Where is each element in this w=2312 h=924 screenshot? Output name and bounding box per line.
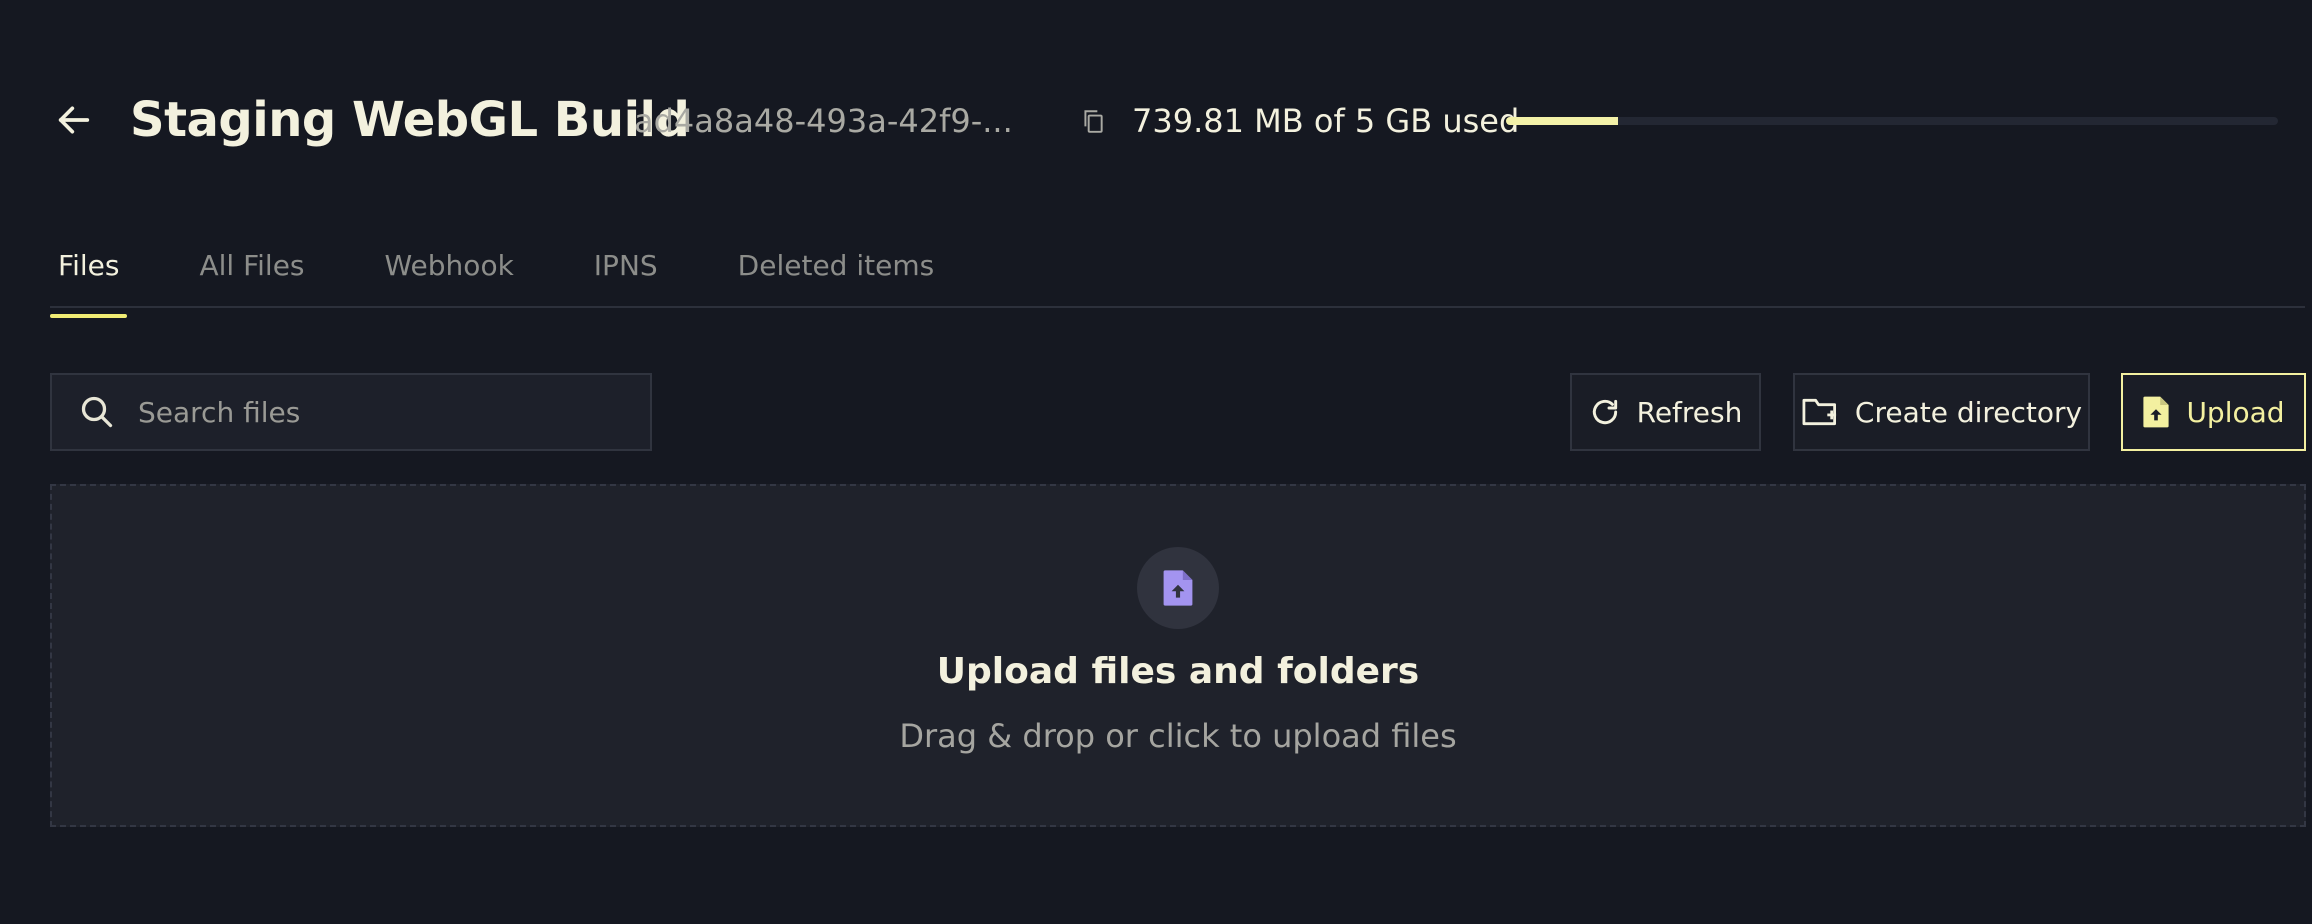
folder-plus-icon [1801, 395, 1839, 429]
back-button[interactable] [50, 96, 98, 144]
search-icon [78, 393, 116, 431]
tab-webhook[interactable]: Webhook [385, 238, 514, 306]
refresh-button-label: Refresh [1636, 395, 1743, 429]
bucket-id: ad4a8a48-493a-42f9-... [634, 102, 1013, 140]
storage-usage-fill [1506, 117, 1618, 125]
copy-icon[interactable] [1078, 106, 1108, 136]
upload-button[interactable]: Upload [2121, 373, 2306, 451]
arrow-left-icon [58, 106, 90, 134]
search-input[interactable] [136, 394, 650, 430]
tab-deleted-items[interactable]: Deleted items [738, 238, 935, 306]
refresh-icon [1589, 396, 1621, 428]
search-box [50, 373, 652, 451]
dropzone-icon-circle [1137, 547, 1219, 629]
storage-usage-bar [1506, 117, 2278, 125]
page-title: Staging WebGL Build [130, 92, 690, 148]
upload-button-label: Upload [2186, 395, 2285, 429]
tab-ipns[interactable]: IPNS [594, 238, 658, 306]
tab-bar: Files All Files Webhook IPNS Deleted ite… [50, 238, 2305, 318]
file-upload-icon [1163, 570, 1193, 606]
upload-dropzone[interactable] [50, 484, 2306, 827]
create-directory-button[interactable]: Create directory [1793, 373, 2090, 451]
file-upload-icon [2142, 395, 2170, 429]
refresh-button[interactable]: Refresh [1570, 373, 1761, 451]
tab-all-files[interactable]: All Files [199, 238, 304, 306]
tab-files[interactable]: Files [50, 238, 128, 318]
storage-usage-text: 739.81 MB of 5 GB used [1132, 102, 1520, 140]
create-directory-button-label: Create directory [1854, 395, 2083, 429]
